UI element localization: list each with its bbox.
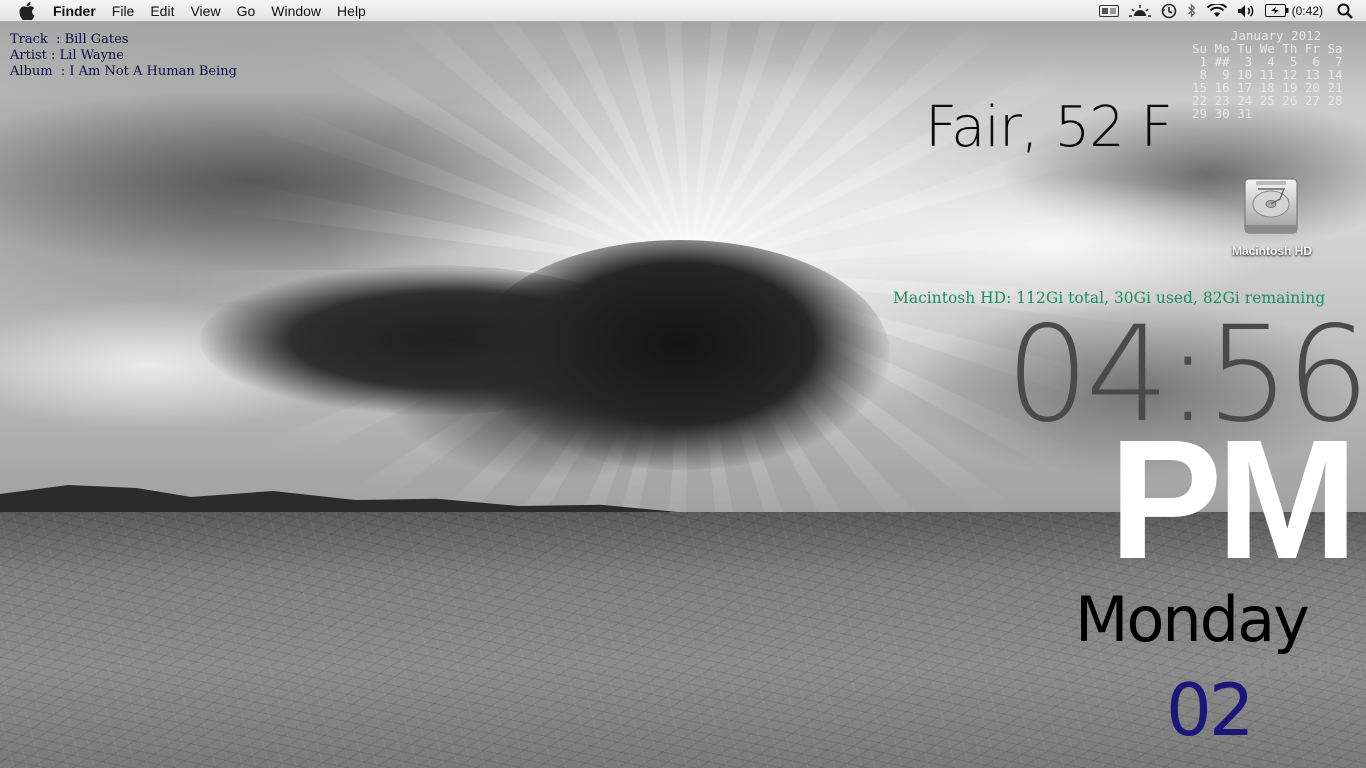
menu-window[interactable]: Window [263,0,329,22]
clock-month-name: January [1234,645,1357,685]
spotlight-icon[interactable] [1337,0,1353,22]
menu-bar: Finder File Edit View Go Window Help (0:… [0,0,1366,22]
menu-bar-status-area: (0:42) [1094,0,1366,22]
wallpaper-storm-cloud [470,240,890,470]
now-playing-widget: Track : Bill Gates Artist : Lil Wayne Al… [10,32,237,80]
bluetooth-icon[interactable] [1187,0,1197,22]
now-playing-artist: Artist : Lil Wayne [10,48,124,63]
time-machine-icon[interactable] [1161,0,1177,22]
network-activity-icon[interactable] [1098,0,1119,22]
menu-edit[interactable]: Edit [142,0,182,22]
weather-widget: Fair, 52 F [925,95,1173,160]
menu-view[interactable]: View [182,0,228,22]
hard-drive-icon[interactable] [1240,175,1302,237]
now-playing-album: Album : I Am Not A Human Being [10,64,237,79]
hard-drive-label[interactable]: Macintosh HD [1222,244,1322,258]
wifi-icon[interactable] [1206,0,1227,22]
clock-ampm: PM [1109,405,1358,595]
calendar-widget: January 2012 Su Mo Tu We Th Fr Sa 1 ## 3… [1192,29,1360,120]
battery-icon[interactable]: (0:42) [1264,0,1327,22]
menu-help[interactable]: Help [329,0,374,22]
now-playing-track: Track : Bill Gates [10,32,129,47]
volume-icon[interactable] [1237,0,1255,22]
brightness-icon[interactable] [1128,0,1151,22]
menu-file[interactable]: File [104,0,143,22]
apple-icon[interactable] [18,1,35,21]
menu-finder[interactable]: Finder [45,0,104,22]
clock-date-number: 02 [1166,668,1255,752]
battery-time: (0:42) [1291,3,1323,18]
menu-go[interactable]: Go [229,0,264,22]
calendar-week-row: 29 30 31 [1192,106,1253,121]
